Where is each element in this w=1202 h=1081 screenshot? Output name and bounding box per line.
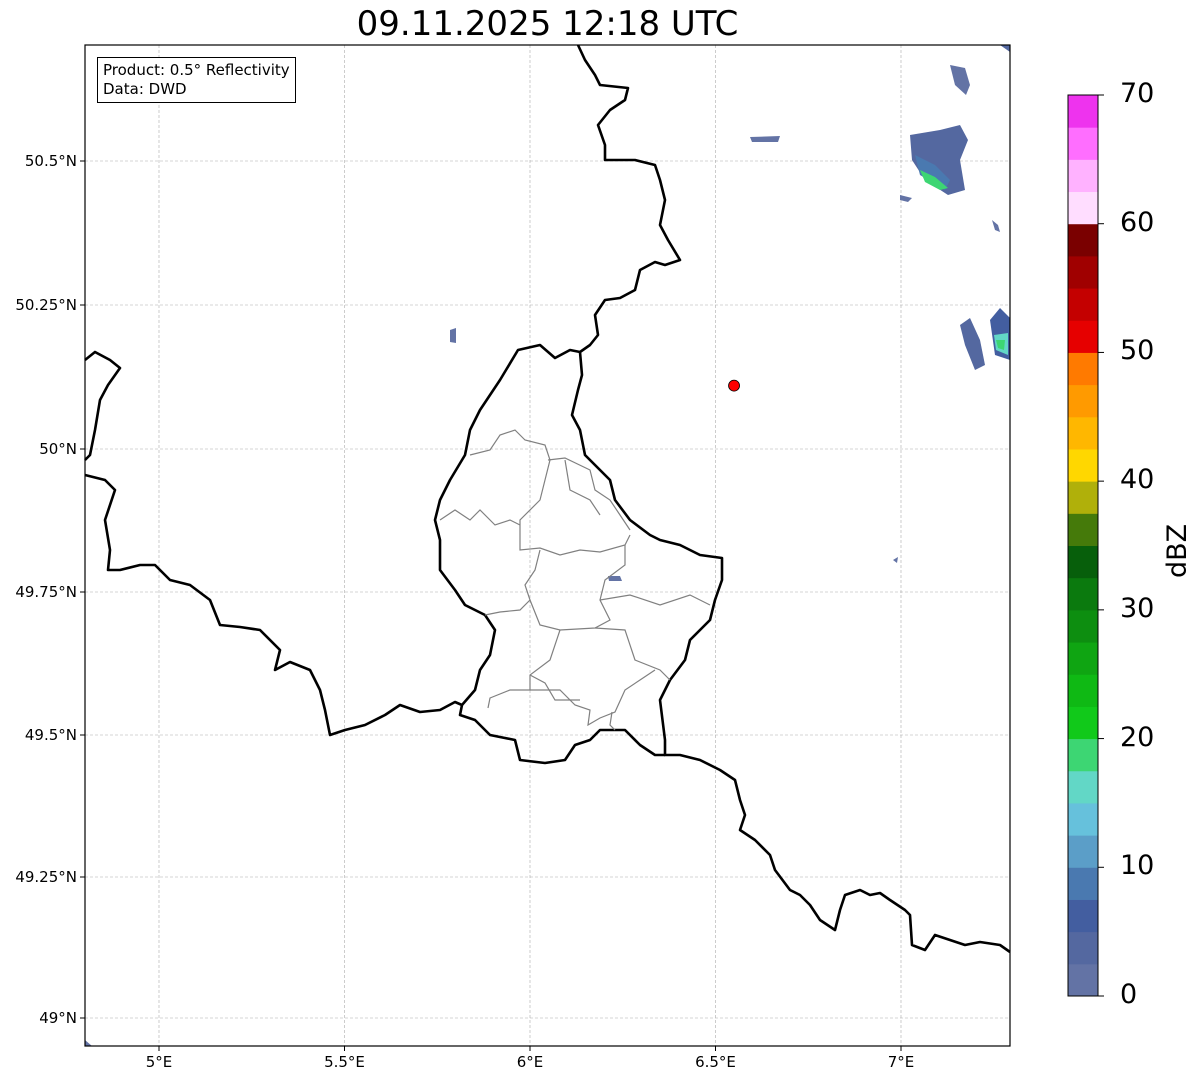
border-line [84,473,463,737]
colorbar-segment [1068,481,1098,514]
colorbar-segment [1068,899,1098,933]
lat-tick-label: 50.25°N [15,296,77,314]
lon-tick-label: 5°E [146,1053,173,1071]
colorbar-segment [1068,963,1098,997]
lat-tick-label: 49.5°N [25,726,77,744]
lat-tick-label: 49.25°N [15,868,77,886]
lon-tick-label: 5.5°E [324,1053,365,1071]
colorbar-segment [1068,738,1098,772]
colorbar-tick-label: 70 [1120,78,1155,109]
colorbar-segment [1068,320,1098,353]
colorbar-segment [1068,931,1098,965]
district-line [529,545,626,631]
lon-tick-label: 7°E [888,1053,915,1071]
colorbar-segment [1068,577,1098,611]
colorbar-tick-label: 20 [1120,721,1155,753]
product-label: Product: 0.5° Reflectivity [103,61,290,79]
district-line [599,594,711,606]
radar-echo [950,65,970,95]
district-line [530,669,656,727]
radar-echo [85,1040,92,1046]
radar-echo [893,557,898,563]
colorbar-segment [1068,352,1098,386]
lon-tick-label: 6.5°E [695,1053,736,1071]
colorbar-tick-label: 60 [1120,206,1155,238]
radar-map: 5°E 5.5°E 6°E 6.5°E 7°E 50.5°N 50.25°N 50°N 49.7… [15,44,1104,1071]
colorbar-segment [1068,867,1098,900]
radar-echo [1000,45,1010,52]
colorbar-segment [1068,448,1098,482]
colorbar-segment [1068,770,1098,804]
colorbar-segment [1068,513,1098,546]
district-borders [439,429,711,731]
lat-tick-label: 49°N [39,1009,77,1027]
radar-echo [450,328,456,343]
lat-tick-label: 50.5°N [25,152,77,170]
axis-ticks: 5°E 5.5°E 6°E 6.5°E 7°E 50.5°N 50.25°N 50°N 49.7… [15,152,914,1071]
radar-echo [992,220,1000,232]
colorbar-segment [1068,95,1098,128]
colorbar-segment [1068,674,1098,707]
district-line [529,674,580,701]
colorbar-segment [1068,835,1098,868]
colorbar-segment [1068,416,1098,450]
colorbar-segment [1068,288,1098,321]
colorbar-tick-label: 50 [1120,335,1155,367]
colorbar-segment [1068,159,1098,193]
colorbar-segment [1068,223,1098,257]
colorbar-tick-label: 0 [1120,979,1138,1010]
district-line [547,457,631,531]
district-line [594,627,671,681]
colorbar-unit: dBZ [1162,523,1193,578]
colorbar-segment [1068,706,1098,740]
district-line [609,711,616,731]
radar-echo [960,318,985,370]
district-line [439,509,521,526]
map-title: 09.11.2025 12:18 UTC [356,4,739,44]
colorbar-tick-label: 30 [1120,592,1155,624]
colorbar-segment [1068,127,1098,160]
colorbar-segment [1068,642,1098,675]
lat-tick-label: 50°N [39,440,77,458]
colorbar-segment [1068,545,1098,579]
radar-echo [750,136,780,142]
colorbar-segment [1068,802,1098,836]
colorbar-segment [1068,255,1098,289]
lat-tick-label: 49.75°N [15,583,77,601]
radar-echo [900,195,912,202]
lon-tick-label: 6°E [517,1053,544,1071]
border-line [84,350,122,461]
colorbar-segment [1068,609,1098,643]
country-borders [84,44,1011,954]
district-line [487,629,561,709]
info-box: Product: 0.5° Reflectivity Data: DWD [97,57,296,103]
border-line [433,343,665,765]
colorbar [1067,94,1104,997]
colorbar-tick-label: 10 [1120,850,1155,882]
colorbar-tick-label: 40 [1120,464,1155,496]
colorbar-segment [1068,191,1098,225]
radar-site-marker [728,379,740,392]
source-label: Data: DWD [103,80,187,98]
colorbar-segment [1068,384,1098,418]
